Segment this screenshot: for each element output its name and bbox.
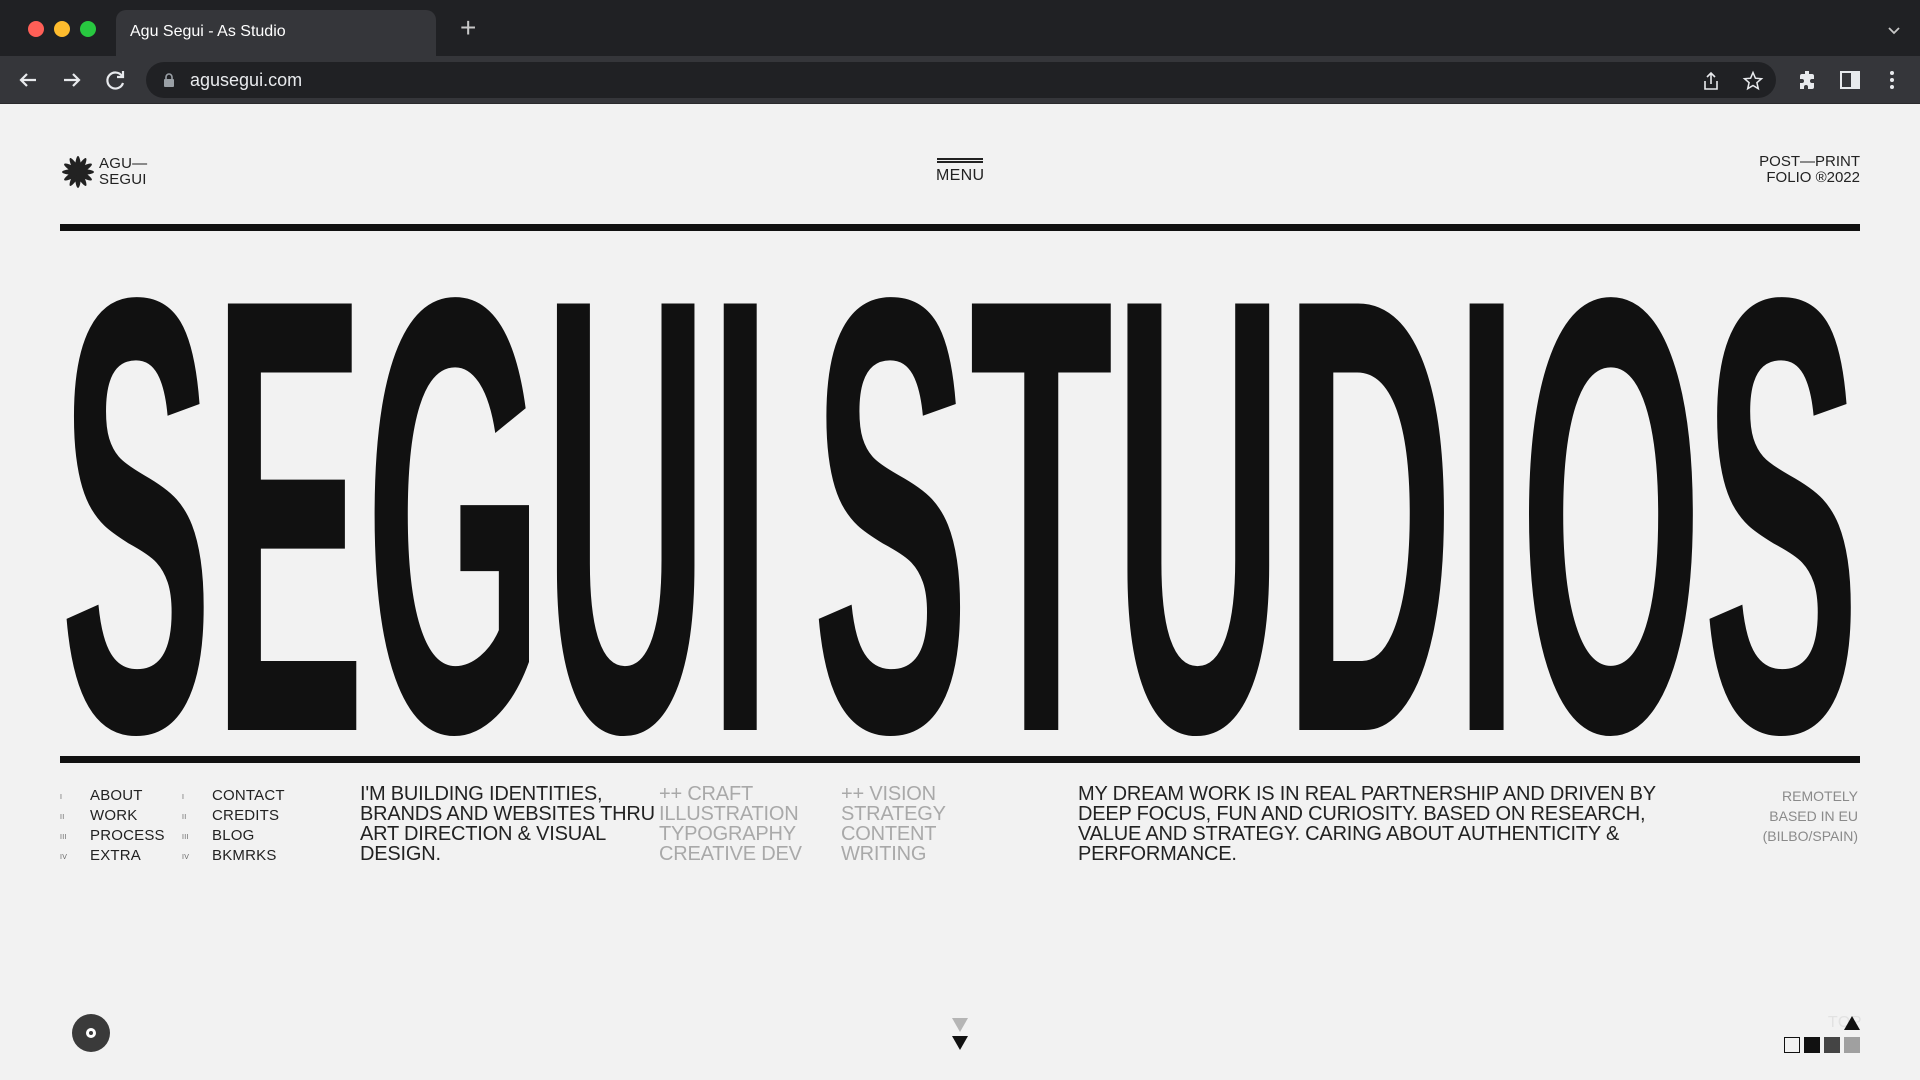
vision-item: WRITING	[841, 843, 927, 865]
close-window-button[interactable]	[28, 21, 44, 37]
folio-line-2: FOLIO ®2022	[1766, 169, 1860, 186]
nav-label: EXTRA	[90, 847, 142, 864]
extensions-icon[interactable]	[1796, 68, 1820, 92]
scroll-down-icon[interactable]	[950, 1016, 970, 1054]
swatch-dark-grey[interactable]	[1824, 1037, 1840, 1053]
logo-text: AGU— SEGUI	[99, 156, 147, 188]
arrow-right-icon	[64, 73, 81, 87]
nav-item-blog[interactable]: III BLOG	[182, 826, 285, 846]
menu-label: MENU	[936, 167, 985, 184]
vision-heading: ++ VISION	[841, 783, 936, 805]
vision-item: STRATEGY	[841, 803, 946, 825]
browser-tab-bar: Agu Segui - As Studio +	[0, 0, 1920, 56]
address-bar[interactable]: agusegui.com	[146, 62, 1776, 98]
theme-swatches	[1784, 1037, 1860, 1053]
folio-label: POST—PRINT FOLIO ®2022	[1759, 154, 1860, 186]
nav-label: BKMRKS	[212, 847, 277, 864]
craft-item: ILLUSTRATION	[659, 803, 799, 825]
craft-item: CREATIVE DEV	[659, 843, 802, 865]
forward-button[interactable]	[58, 66, 86, 94]
site-logo[interactable]: AGU— SEGUI	[60, 154, 147, 190]
logo-line-1: AGU—	[99, 155, 148, 172]
vision-list: ++ VISION STRATEGY CONTENT WRITING	[841, 784, 946, 864]
location-info: REMOTELY BASED IN EU (BILBO/SPAIN)	[1763, 786, 1858, 846]
browser-toolbar: agusegui.com	[0, 56, 1920, 104]
secondary-nav: I CONTACT II CREDITS III BLOG IV BKMRKS	[182, 786, 285, 866]
nav-item-process[interactable]: III PROCESS	[60, 826, 165, 846]
swatch-light[interactable]	[1784, 1037, 1800, 1053]
nav-item-work[interactable]: II WORK	[60, 806, 165, 826]
nav-label: PROCESS	[90, 827, 165, 844]
craft-item: TYPOGRAPHY	[659, 823, 796, 845]
bookmark-star-icon[interactable]	[1742, 70, 1764, 92]
nav-item-extra[interactable]: IV EXTRA	[60, 846, 165, 866]
sound-toggle-button[interactable]	[72, 1014, 110, 1052]
nav-label: WORK	[90, 807, 138, 824]
asterisk-flower-icon	[62, 156, 94, 188]
tab-title: Agu Segui - As Studio	[130, 23, 286, 40]
roman-numeral: I	[60, 794, 63, 801]
location-line: REMOTELY	[1782, 788, 1858, 804]
nav-label: ABOUT	[90, 787, 143, 804]
bottom-divider	[60, 756, 1860, 763]
logo-line-2: SEGUI	[99, 171, 147, 188]
folio-line-1: POST—PRINT	[1759, 153, 1860, 170]
browser-tab[interactable]: Agu Segui - As Studio	[116, 10, 436, 56]
craft-heading: ++ CRAFT	[659, 783, 753, 805]
location-line: (BILBO/SPAIN)	[1762, 828, 1858, 844]
hero-headline: SEGUI STUDIOS	[0, 238, 1920, 750]
share-icon[interactable]	[1700, 70, 1722, 92]
side-panel-icon[interactable]	[1838, 68, 1862, 92]
record-icon	[89, 1031, 93, 1035]
lock-icon	[164, 73, 174, 87]
vision-item: CONTENT	[841, 823, 937, 845]
arrow-up-icon[interactable]	[1844, 1016, 1860, 1030]
nav-label: BLOG	[212, 827, 255, 844]
roman-numeral: III	[182, 834, 189, 841]
nav-item-bkmrks[interactable]: IV BKMRKS	[182, 846, 285, 866]
roman-numeral: II	[182, 814, 187, 821]
chevron-down-icon[interactable]	[1886, 22, 1902, 38]
reload-icon	[106, 71, 125, 90]
intro-statement: I'M BUILDING IDENTITIES, BRANDS AND WEBS…	[360, 783, 655, 865]
nav-label: CONTACT	[212, 787, 285, 804]
top-divider	[60, 224, 1860, 231]
location-line: BASED IN EU	[1769, 808, 1858, 824]
nav-label: CREDITS	[212, 807, 280, 824]
roman-numeral: IV	[60, 854, 68, 861]
new-tab-button[interactable]: +	[460, 14, 476, 42]
maximize-window-button[interactable]	[80, 21, 96, 37]
page-content: AGU— SEGUI MENU POST—PRINT FOLIO ®2022 S…	[0, 104, 1920, 1080]
roman-numeral: I	[182, 794, 185, 801]
hamburger-icon	[937, 158, 983, 163]
minimize-window-button[interactable]	[54, 21, 70, 37]
arrow-left-icon	[19, 73, 36, 87]
back-button[interactable]	[14, 66, 42, 94]
url-text: agusegui.com	[190, 70, 303, 90]
primary-nav: I ABOUT II WORK III PROCESS IV EXTRA	[60, 786, 165, 866]
swatch-grey[interactable]	[1844, 1037, 1860, 1053]
dream-work-statement: MY DREAM WORK IS IN REAL PARTNERSHIP AND…	[1078, 783, 1656, 865]
roman-numeral: IV	[182, 854, 190, 861]
roman-numeral: II	[60, 814, 65, 821]
swatch-black[interactable]	[1804, 1037, 1820, 1053]
roman-numeral: III	[60, 834, 67, 841]
nav-item-credits[interactable]: II CREDITS	[182, 806, 285, 826]
headline-word-studios: STUDIOS	[812, 238, 1860, 750]
nav-item-contact[interactable]: I CONTACT	[182, 786, 285, 806]
reload-button[interactable]	[102, 66, 130, 94]
headline-word-segui: SEGUI	[60, 238, 772, 750]
nav-item-about[interactable]: I ABOUT	[60, 786, 165, 806]
menu-button[interactable]: MENU	[936, 158, 984, 185]
craft-list: ++ CRAFT ILLUSTRATION TYPOGRAPHY CREATIV…	[659, 784, 802, 864]
more-options-icon[interactable]	[1880, 68, 1904, 92]
